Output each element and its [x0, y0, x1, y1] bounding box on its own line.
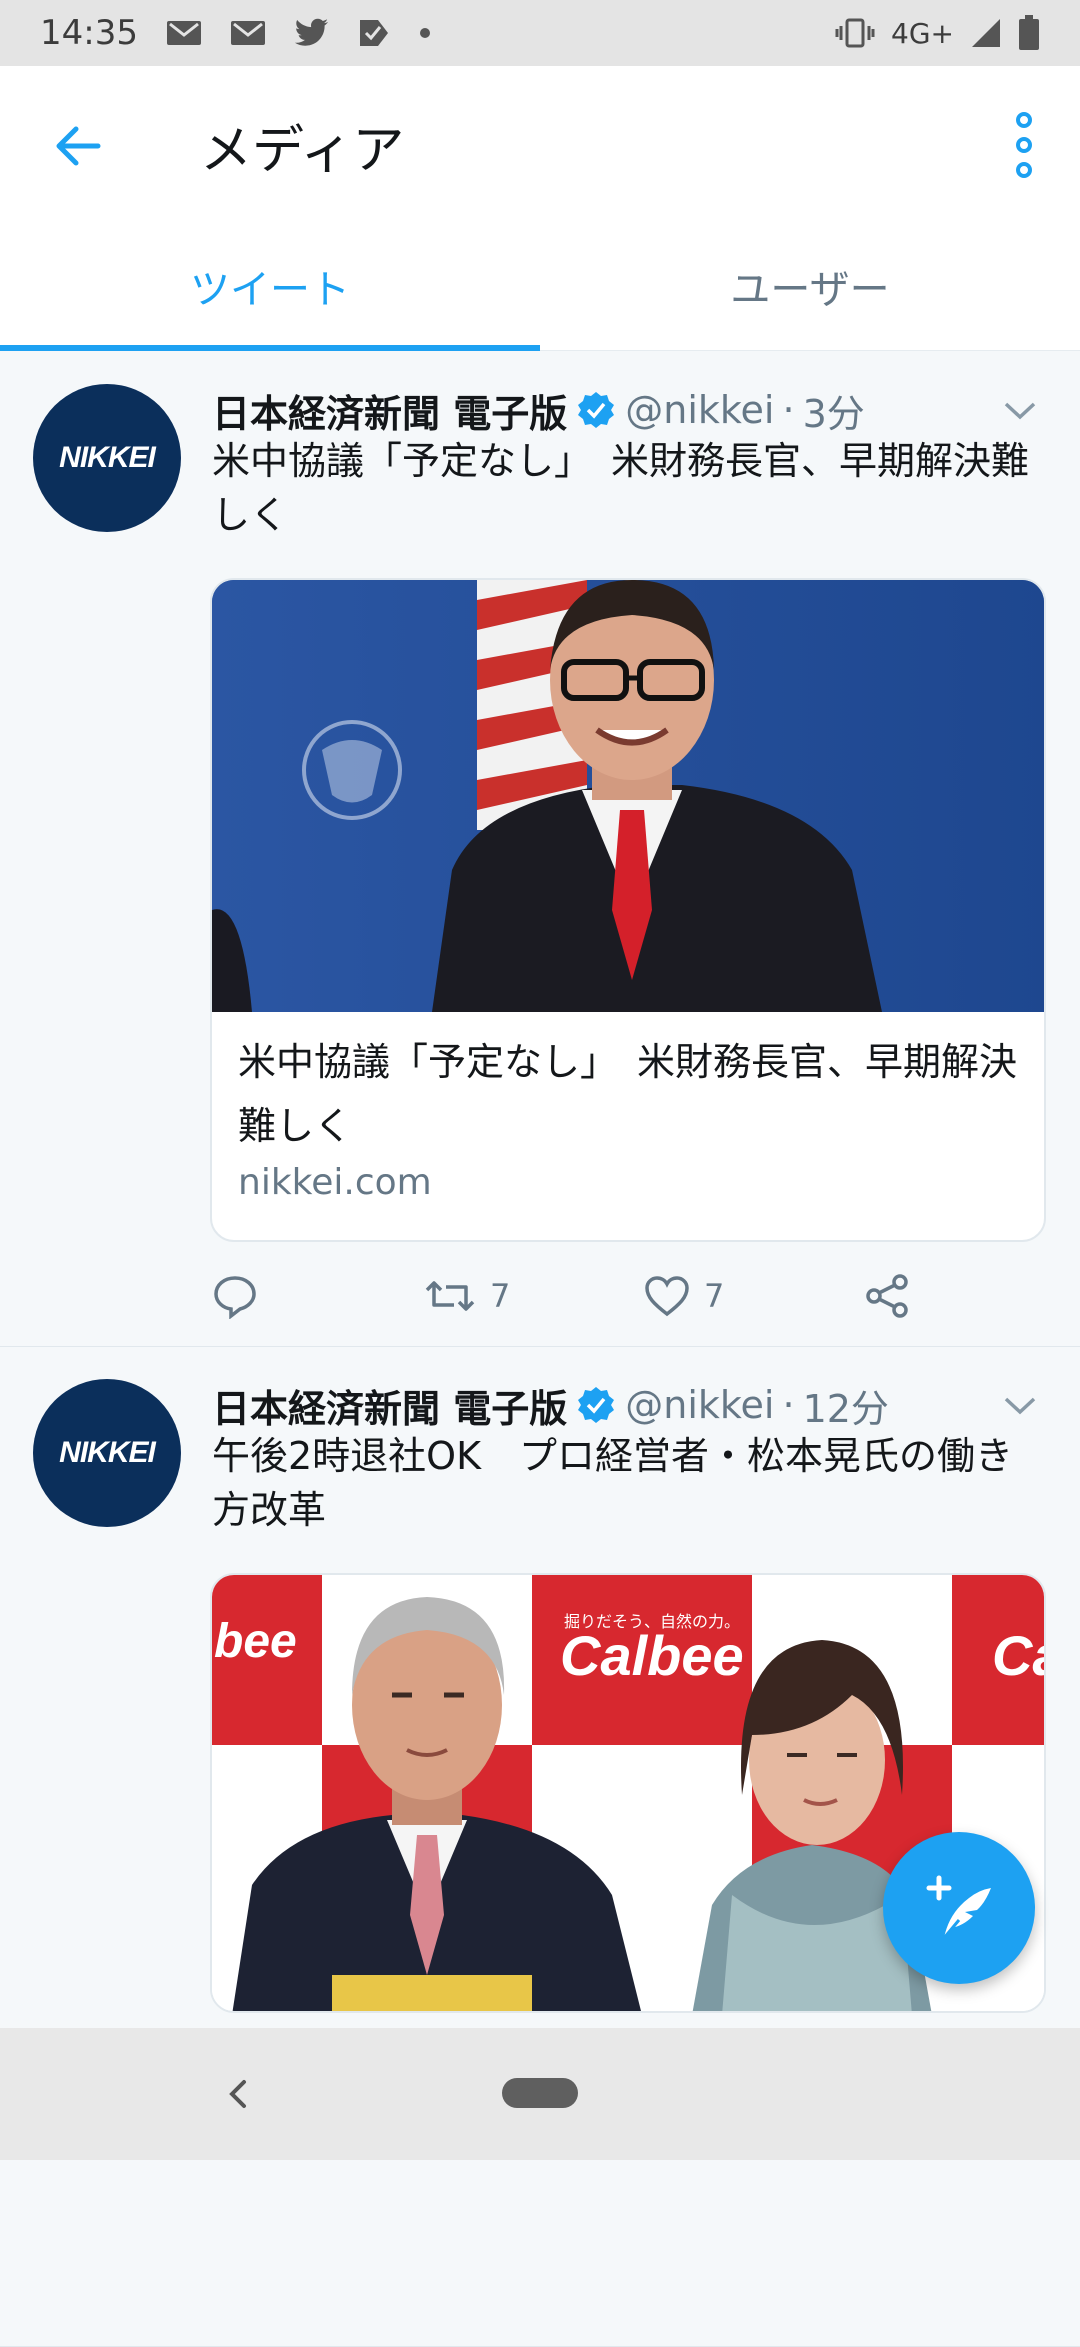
avatar[interactable]: NIKKEI — [33, 384, 181, 532]
tweet-time: 12分 — [802, 1386, 889, 1431]
tweet-actions: 7 7 — [212, 1266, 912, 1326]
calbee-logo: Calbee — [560, 1624, 744, 1687]
verified-badge-icon — [578, 1387, 615, 1423]
avatar-logo-text: NIKKEI — [59, 1436, 156, 1469]
like-count: 7 — [704, 1277, 725, 1315]
calbee-logo-partial: bee — [214, 1615, 297, 1668]
tab-bar: ツイート ユーザー — [0, 221, 1080, 351]
gmail-icon — [230, 21, 265, 45]
retweet-count: 7 — [490, 1277, 511, 1315]
verified-badge-icon — [578, 392, 615, 428]
tweet-header: 日本経済新聞 電子版 @nikkei · 3分 — [212, 380, 1040, 440]
share-icon — [866, 1274, 908, 1318]
nav-back-icon[interactable] — [218, 2074, 258, 2114]
author-name[interactable]: 日本経済新聞 電子版 — [212, 1378, 567, 1433]
card-photo-secretary — [212, 580, 1044, 1012]
separator: · — [782, 388, 795, 432]
nav-home-pill[interactable] — [502, 2078, 578, 2108]
heart-icon — [645, 1276, 689, 1317]
calbee-slogan: 掘りだそう、自然の力。 — [564, 1612, 740, 1631]
battery-icon — [1019, 15, 1039, 50]
tab-users[interactable]: ユーザー — [540, 221, 1080, 351]
author-handle: @nikkei — [625, 1383, 775, 1427]
card-domain: nikkei.com — [238, 1162, 432, 1203]
tasks-icon — [359, 20, 388, 46]
author-handle: @nikkei — [625, 388, 775, 432]
chevron-down-icon[interactable] — [1000, 1385, 1040, 1425]
card-title: 米中協議「予定なし」 米財務長官、早期解決難しく — [238, 1040, 1018, 1148]
card-body: 米中協議「予定なし」 米財務長官、早期解決難しく nikkei.com — [212, 1012, 1044, 1230]
retweet-icon — [425, 1281, 475, 1311]
status-time: 14:35 — [40, 13, 138, 53]
reply-icon — [214, 1276, 256, 1319]
tab-tweets[interactable]: ツイート — [0, 221, 540, 351]
author-name[interactable]: 日本経済新聞 電子版 — [212, 383, 567, 438]
gmail-icon — [166, 21, 201, 45]
tweet[interactable]: NIKKEI 日本経済新聞 電子版 @nikkei · 3分 米中協議「予定なし… — [0, 352, 1080, 1347]
chevron-down-icon[interactable] — [1000, 390, 1040, 430]
page-title: メディア — [200, 121, 405, 181]
arrow-left-icon[interactable] — [48, 116, 108, 176]
twitter-icon — [294, 18, 328, 46]
share-button[interactable] — [864, 1273, 910, 1319]
network-type: 4G+ — [891, 16, 954, 50]
tweet-time: 3分 — [802, 391, 865, 436]
vibrate-icon — [835, 18, 875, 48]
retweet-button[interactable]: 7 — [424, 1275, 510, 1317]
more-vertical-icon[interactable] — [1004, 110, 1044, 180]
calbee-logo-edge: Ca — [992, 1624, 1044, 1687]
tweet-text: 米中協議「予定なし」 米財務長官、早期解決難しく — [212, 439, 1030, 537]
compose-tweet-button[interactable] — [883, 1832, 1035, 1984]
link-card[interactable]: 米中協議「予定なし」 米財務長官、早期解決難しく nikkei.com — [210, 578, 1046, 1242]
card-image — [212, 580, 1044, 1012]
like-button[interactable]: 7 — [644, 1275, 724, 1317]
signal-icon — [972, 19, 1000, 47]
tweet-header: 日本経済新聞 電子版 @nikkei · 12分 — [212, 1375, 1040, 1435]
avatar[interactable]: NIKKEI — [33, 1379, 181, 1527]
reply-button[interactable] — [212, 1273, 258, 1319]
system-nav-bar — [0, 2028, 1080, 2160]
compose-feather-icon — [926, 1875, 991, 1939]
app-bar: メディア — [0, 66, 1080, 221]
separator: · — [782, 1383, 795, 1427]
dot-icon — [419, 28, 430, 38]
status-bar: 14:35 4G+ — [0, 0, 1080, 66]
avatar-logo-text: NIKKEI — [59, 441, 156, 474]
tweet-text: 午後2時退社OK プロ経営者・松本晃氏の働き方改革 — [212, 1434, 1014, 1532]
